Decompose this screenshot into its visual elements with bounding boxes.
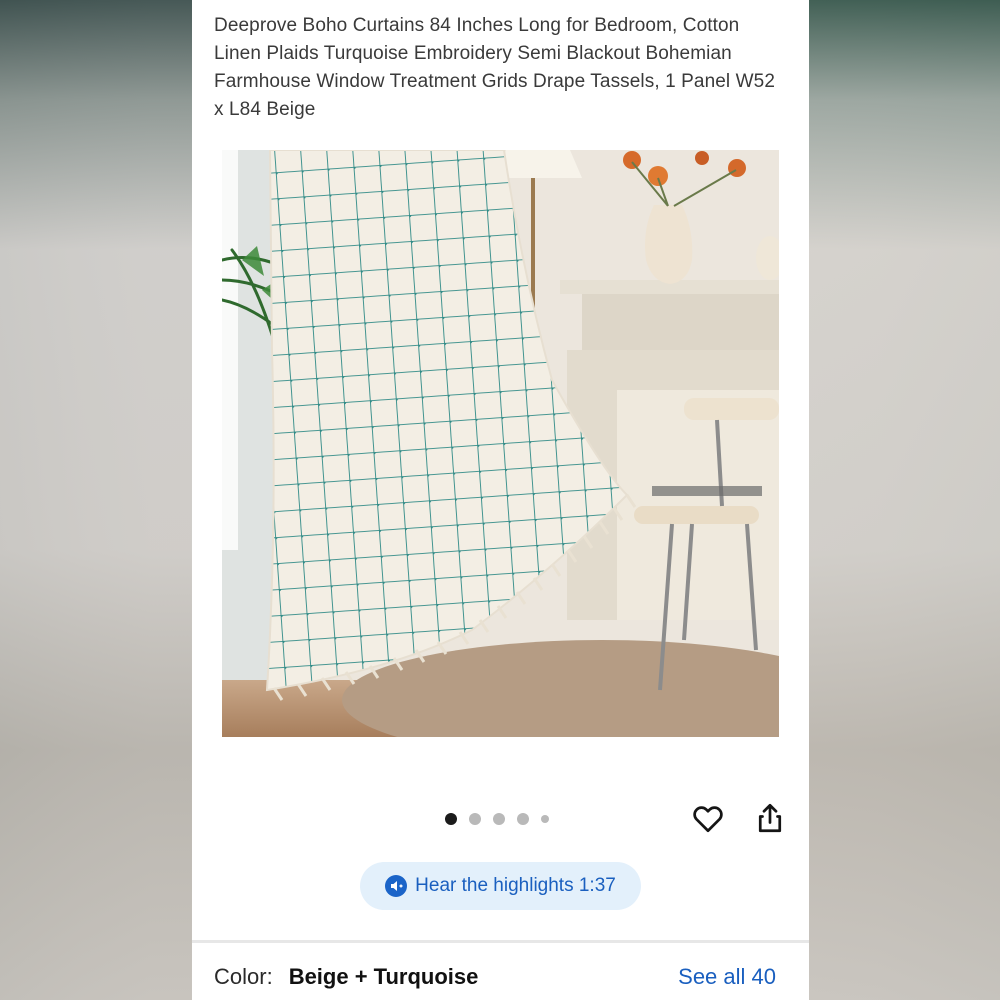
product-page: Deeprove Boho Curtains 84 Inches Long fo…: [192, 0, 809, 1000]
hear-highlights-button[interactable]: Hear the highlights 1:37: [360, 862, 641, 910]
background-left-blur: [0, 0, 192, 1000]
gallery-pagination[interactable]: [445, 812, 549, 826]
see-all-colors-link[interactable]: See all 40: [678, 964, 776, 990]
product-title: Deeprove Boho Curtains 84 Inches Long fo…: [214, 15, 776, 120]
audio-icon: [385, 875, 408, 897]
share-icon[interactable]: [752, 800, 788, 836]
background-right-blur: [808, 0, 1000, 1000]
heart-icon[interactable]: [690, 800, 726, 836]
curtain-photo-illustration: [222, 150, 779, 737]
product-photo[interactable]: [222, 150, 779, 737]
pagination-dot-3[interactable]: [493, 813, 505, 825]
pagination-dot-2[interactable]: [469, 813, 481, 825]
color-variation-row: Color: Beige + Turquoise See all 40: [214, 964, 776, 990]
hear-highlights-label: Hear the highlights 1:37: [415, 875, 616, 896]
selected-color-value: Beige + Turquoise: [288, 964, 479, 989]
color-label: Color:: [214, 964, 273, 989]
pagination-dot-4[interactable]: [517, 813, 529, 825]
pagination-dot-5[interactable]: [541, 815, 549, 823]
section-divider: [192, 940, 809, 943]
pagination-dot-1[interactable]: [445, 813, 457, 825]
